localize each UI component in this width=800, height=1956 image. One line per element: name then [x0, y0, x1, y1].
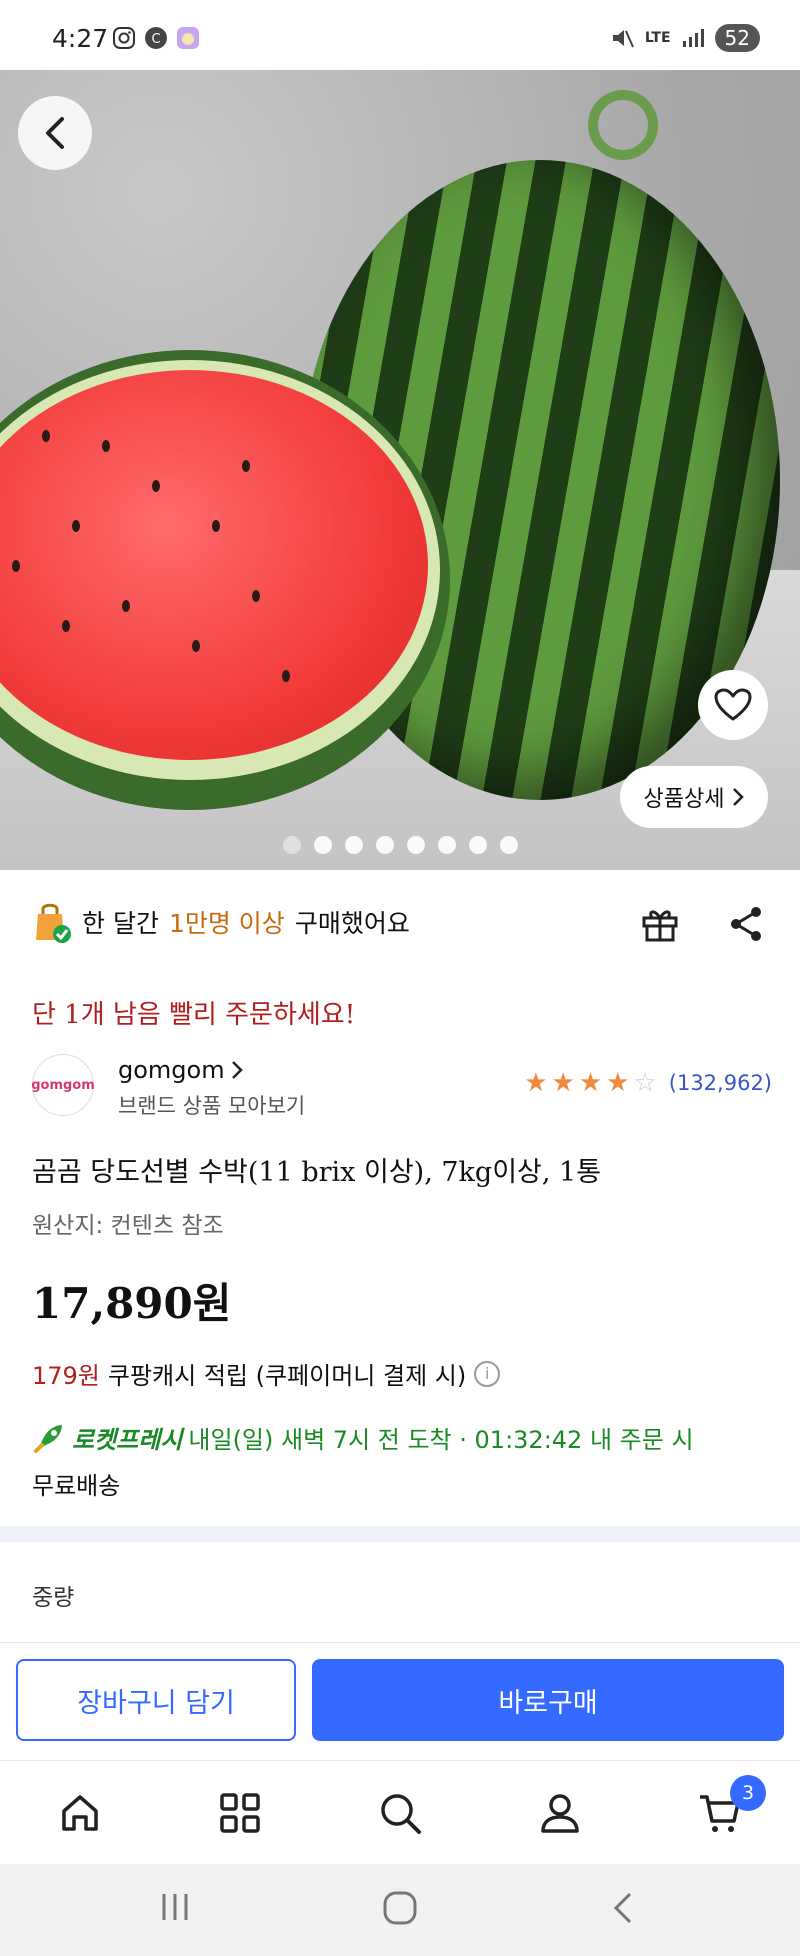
- product-price: 17,890원: [32, 1279, 232, 1328]
- carousel-dot[interactable]: [375, 836, 394, 854]
- cashback-text: 쿠팡캐시 적립 (쿠페이머니 결제 시): [107, 1362, 467, 1390]
- carousel-dot[interactable]: [344, 836, 363, 854]
- status-time: 4:27: [52, 24, 109, 53]
- product-detail-label: 상품상세: [643, 787, 725, 812]
- star-icon: ★: [551, 1068, 575, 1098]
- instagram-icon: [113, 27, 135, 49]
- purchase-suffix: 구매했어요: [294, 909, 410, 938]
- section-divider: [0, 1526, 800, 1542]
- seed: [252, 590, 260, 602]
- star-empty-icon: ☆: [633, 1068, 657, 1098]
- home-icon[interactable]: [56, 1789, 104, 1837]
- buy-now-button[interactable]: 바로구매: [312, 1659, 784, 1741]
- rating-summary[interactable]: ★ ★ ★ ★ ☆ (132,962): [524, 1070, 772, 1096]
- mute-icon: [612, 30, 634, 48]
- status-system-icons: LTE 52: [609, 24, 760, 52]
- info-icon[interactable]: i: [474, 1360, 501, 1387]
- battery-indicator: 52: [714, 24, 760, 52]
- cashback-info: 179원 쿠팡캐시 적립 (쿠페이머니 결제 시) i: [32, 1356, 501, 1391]
- carousel-dot[interactable]: [468, 836, 487, 854]
- rocket-icon: [34, 1424, 62, 1453]
- seller-name: gomgom: [118, 1056, 225, 1084]
- purchase-prefix: 한 달간: [82, 909, 159, 938]
- seed: [152, 480, 160, 492]
- product-origin: 원산지: 컨텐츠 참조: [32, 1213, 224, 1239]
- seller-logo[interactable]: gomgom: [31, 1054, 95, 1116]
- seller-row[interactable]: gomgom gomgom 브랜드 상품 모아보기 ★ ★ ★ ★ ☆ (132…: [31, 1054, 772, 1120]
- carousel-indicator: [0, 836, 800, 854]
- purchase-count: 1만명 이상: [168, 909, 285, 938]
- seller-name-link[interactable]: gomgom: [118, 1056, 243, 1084]
- stock-warning: 단 1개 남음 빨리 주문하세요!: [32, 1000, 356, 1030]
- rocket-fresh-label: 로켓프레시: [72, 1426, 183, 1454]
- categories-icon[interactable]: [216, 1789, 264, 1837]
- seed: [72, 520, 80, 532]
- carousel-dot[interactable]: [282, 836, 301, 854]
- chevron-right-icon: [733, 788, 745, 806]
- seed: [42, 430, 50, 442]
- face-app-icon: [177, 27, 199, 49]
- purchase-popularity: 한 달간 1만명 이상 구매했어요: [32, 900, 410, 944]
- carousel-dot[interactable]: [313, 836, 332, 854]
- carousel-dot[interactable]: [437, 836, 456, 854]
- network-type: LTE: [644, 30, 671, 46]
- star-icon: ★: [606, 1068, 630, 1098]
- share-icon[interactable]: [726, 904, 766, 944]
- c-app-icon: C: [145, 27, 167, 49]
- user-icon[interactable]: [536, 1789, 584, 1837]
- back-button[interactable]: [18, 96, 92, 170]
- chevron-left-icon: [46, 117, 64, 149]
- chevron-right-icon: [231, 1061, 243, 1079]
- heart-icon: [714, 688, 752, 721]
- seed: [62, 620, 70, 632]
- cashback-amount: 179원: [32, 1362, 100, 1390]
- purchase-action-bar: 장바구니 담기 바로구매: [0, 1642, 800, 1760]
- free-shipping: 무료배송: [32, 1472, 121, 1500]
- shopping-bag-icon: [36, 903, 71, 943]
- carousel-dot[interactable]: [406, 836, 425, 854]
- seed: [102, 440, 110, 452]
- back-system-icon[interactable]: [610, 1890, 636, 1926]
- seed: [282, 670, 290, 682]
- add-to-cart-button[interactable]: 장바구니 담기: [16, 1659, 296, 1741]
- watermelon-stem: [588, 90, 658, 160]
- wishlist-button[interactable]: [698, 670, 768, 740]
- status-notification-icons: C: [112, 26, 200, 50]
- review-count[interactable]: (132,962): [669, 1071, 772, 1095]
- status-bar: 4:27 C LTE 52: [0, 0, 800, 70]
- star-icon: ★: [524, 1068, 548, 1098]
- product-title: 곰곰 당도선별 수박(11 brix 이상), 7kg이상, 1통: [32, 1157, 602, 1188]
- home-system-icon[interactable]: [382, 1890, 418, 1926]
- seed: [12, 560, 20, 572]
- cart-count-badge: 3: [730, 1775, 766, 1811]
- svg-text:C: C: [151, 32, 160, 47]
- product-image-carousel[interactable]: 상품상세: [0, 70, 800, 870]
- signal-icon: [682, 29, 704, 47]
- gift-icon[interactable]: [640, 904, 680, 944]
- carousel-dot[interactable]: [499, 836, 518, 854]
- system-navigation-bar: [0, 1864, 800, 1956]
- seed: [242, 460, 250, 472]
- seed: [192, 640, 200, 652]
- search-icon[interactable]: [376, 1789, 424, 1837]
- option-weight-label[interactable]: 중량: [32, 1578, 74, 1612]
- bottom-tab-bar: 3: [0, 1760, 800, 1864]
- star-icon: ★: [578, 1068, 603, 1098]
- delivery-text: 내일(일) 새벽 7시 전 도착 · 01:32:42 내 주문 시: [188, 1426, 694, 1454]
- product-detail-button[interactable]: 상품상세: [620, 766, 768, 828]
- delivery-info: 로켓프레시 내일(일) 새벽 7시 전 도착 · 01:32:42 내 주문 시: [32, 1420, 694, 1455]
- recent-apps-icon[interactable]: [158, 1890, 192, 1924]
- brand-products-link[interactable]: 브랜드 상품 모아보기: [118, 1090, 305, 1120]
- seed: [122, 600, 130, 612]
- seed: [212, 520, 220, 532]
